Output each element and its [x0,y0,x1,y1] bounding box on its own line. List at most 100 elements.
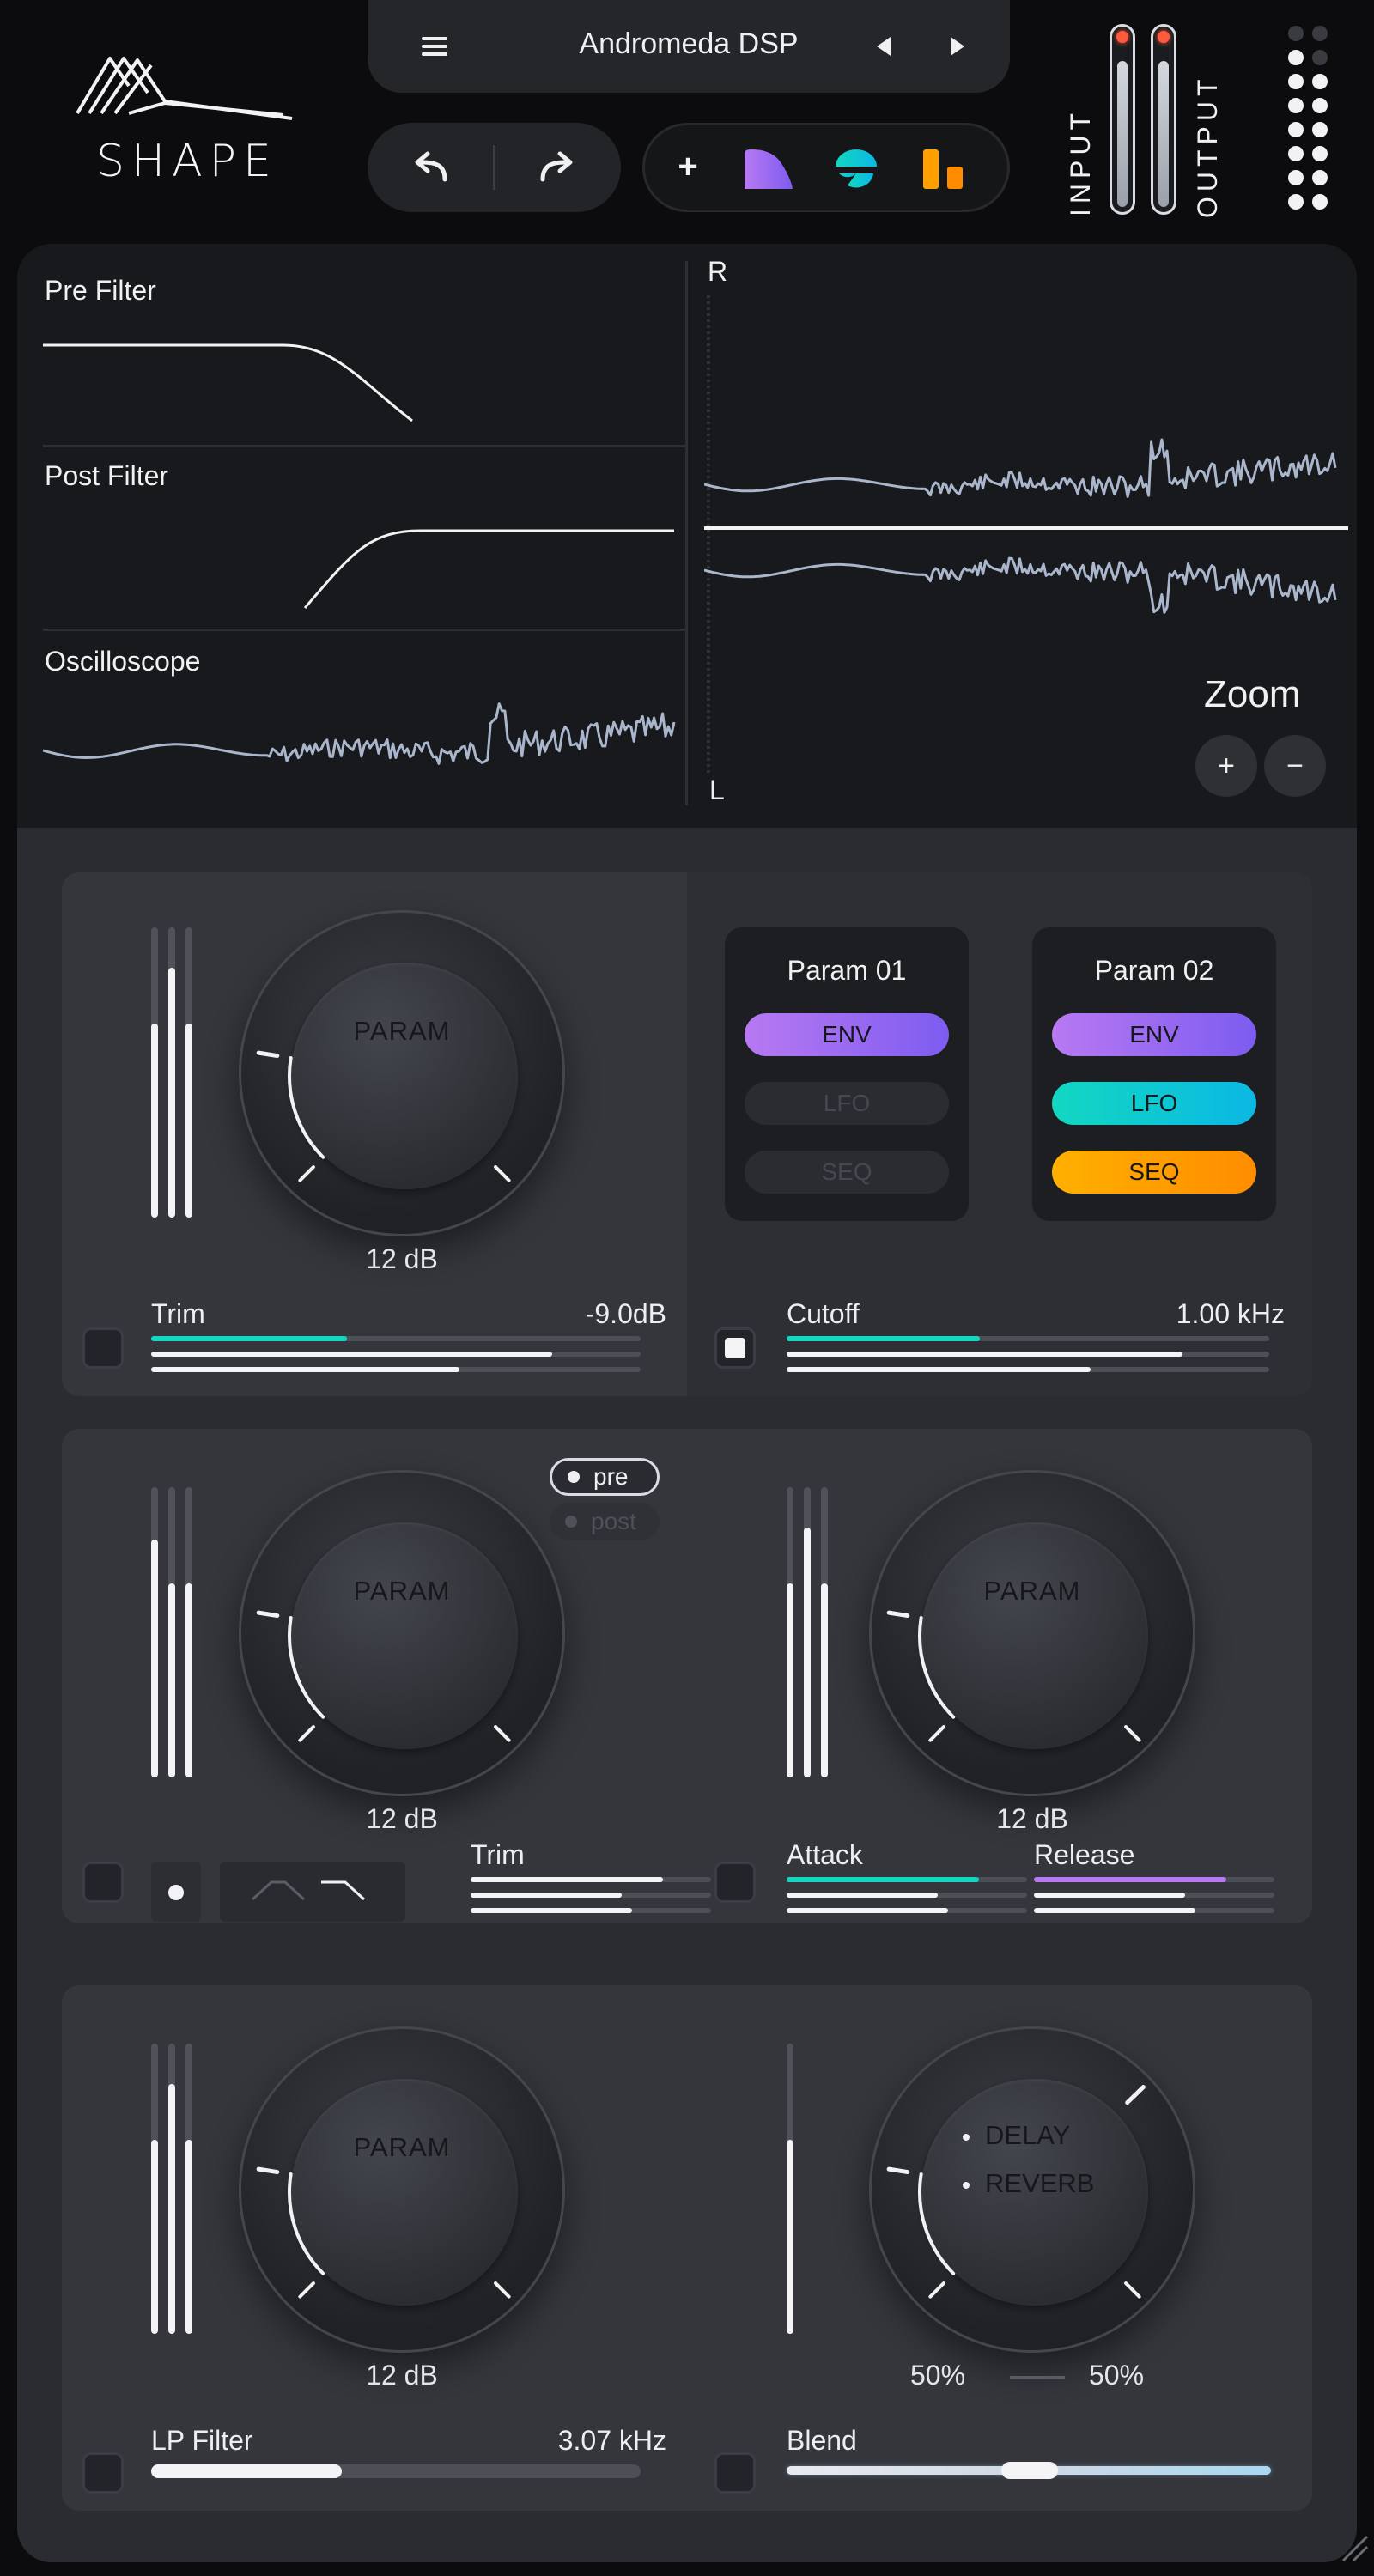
blend-checkbox[interactable] [714,2452,756,2494]
cutoff-slider[interactable] [787,1367,1269,1372]
meter-bar [787,2044,793,2334]
input-label: INPUT [1065,108,1096,216]
section-1-card: PARAM 12 dB Trim -9.0dB Param 01 ENV LFO… [62,872,1312,1396]
divider [685,261,688,805]
right-channel-label: R [708,256,728,287]
pre-toggle[interactable]: pre [550,1458,660,1496]
meter-bar [151,2044,158,2334]
oscilloscope-wave [43,702,676,765]
stereo-spectrum [704,438,1348,614]
param-knob[interactable]: PARAM [239,910,565,1236]
zoom-in-button[interactable]: + [1195,735,1257,797]
menu-icon[interactable] [417,29,452,64]
lfo-toggle[interactable]: LFO [1052,1082,1256,1125]
zoom-out-button[interactable]: − [1264,735,1326,797]
attack-slider[interactable] [787,1877,1027,1882]
bypass-button[interactable] [151,1862,201,1922]
history-controls [368,123,621,212]
cutoff-label: Cutoff [787,1298,860,1329]
lp-filter-checkbox[interactable] [82,2452,124,2494]
param-knob[interactable]: PARAM [869,1470,1195,1796]
attack-slider[interactable] [787,1908,1027,1913]
preset-name[interactable]: Andromeda DSP [496,27,881,61]
post-toggle[interactable]: post [550,1503,660,1540]
history-divider [493,145,495,190]
knob-indicator [256,1610,511,1742]
param-knob[interactable]: PARAM [239,1470,565,1796]
trim-slider[interactable] [471,1877,711,1882]
output-meter[interactable] [1151,24,1176,215]
meter-bar [804,1487,811,1777]
resize-grip-icon[interactable] [1340,2533,1371,2564]
seq-toggle[interactable]: SEQ [1052,1151,1256,1194]
meter-bar [185,927,192,1218]
trim-label: Trim [151,1298,205,1329]
trim-checkbox[interactable] [82,1327,124,1369]
env-toggle[interactable]: ENV [1052,1013,1256,1056]
pre-filter-curve[interactable] [43,313,696,433]
lp-filter-slider[interactable] [151,2464,641,2478]
env-toggle[interactable]: ENV [745,1013,949,1056]
add-module-icon[interactable]: + [671,148,705,185]
section-2-checkbox[interactable] [82,1862,124,1903]
blend-slider[interactable] [787,2462,1271,2479]
attack-label: Attack [787,1839,863,1870]
param-title: Param 02 [1094,955,1214,986]
pre-filter-label: Pre Filter [45,275,156,306]
modulation-module-icon[interactable] [832,148,880,191]
lfo-toggle[interactable]: LFO [745,1082,949,1125]
cutoff-slider[interactable] [787,1336,1269,1341]
trim-slider[interactable] [151,1336,641,1341]
blend-thumb[interactable] [1001,2462,1058,2479]
delay-reverb-mix-knob[interactable]: DELAY REVERB [869,2026,1195,2353]
output-label: OUTPUT [1192,74,1223,218]
attack-slider[interactable] [787,1893,1027,1898]
meter-bar [185,1487,192,1777]
cutoff-value: 1.00 kHz [1176,1298,1285,1329]
filter-shape-icon [251,1880,366,1901]
drag-handle-icon[interactable] [1288,26,1340,215]
knob-indicator [886,1610,1141,1742]
release-slider[interactable] [1034,1908,1274,1913]
release-slider[interactable] [1034,1877,1274,1882]
param-title: Param 01 [787,955,907,986]
meter-bar [151,927,158,1218]
redo-icon[interactable] [536,149,577,186]
knob-value: 12 dB [996,1803,1068,1834]
previous-preset-icon[interactable] [866,29,900,64]
mix-left-value: 50% [909,2360,966,2391]
undo-icon[interactable] [410,149,452,186]
knob-indicator [256,2166,511,2299]
radio-dot [565,1516,577,1528]
trim-label: Trim [471,1839,525,1870]
cutoff-checkbox[interactable] [714,1327,756,1369]
meter-bar [821,1487,828,1777]
input-meter[interactable] [1110,24,1135,215]
section-2-card: PARAM 12 dB pre post PARAM 12 dB Trim At… [62,1429,1312,1923]
dynamics-checkbox[interactable] [714,1862,756,1903]
cutoff-slider[interactable] [787,1352,1269,1357]
trim-slider[interactable] [471,1893,711,1898]
trim-slider[interactable] [471,1908,711,1913]
sequencer-module-icon[interactable] [920,148,968,191]
next-preset-icon[interactable] [941,29,976,64]
post-filter-curve[interactable] [43,501,696,622]
blend-label: Blend [787,2425,857,2456]
meter-bar [168,2044,175,2334]
release-slider[interactable] [1034,1893,1274,1898]
zoom-label: Zoom [1204,673,1301,715]
param-knob[interactable]: PARAM [239,2026,565,2353]
trim-slider[interactable] [151,1352,641,1357]
filter-module-icon[interactable] [743,148,794,191]
meter-bar [787,1487,793,1777]
filter-shape-selector[interactable] [220,1862,405,1922]
section-3-card: PARAM 12 dB DELAY REVERB 50% 50% LP Filt… [62,1985,1312,2511]
trim-slider[interactable] [151,1367,641,1372]
module-toolbar: + [642,123,1010,212]
meter-bar [168,1487,175,1777]
knob-value: 12 dB [366,1243,438,1274]
meter-bar [185,2044,192,2334]
seq-toggle[interactable]: SEQ [745,1151,949,1194]
visualizer-panel: Pre Filter Post Filter Oscilloscope R L … [17,244,1357,828]
knob-value: 12 dB [366,2360,438,2391]
